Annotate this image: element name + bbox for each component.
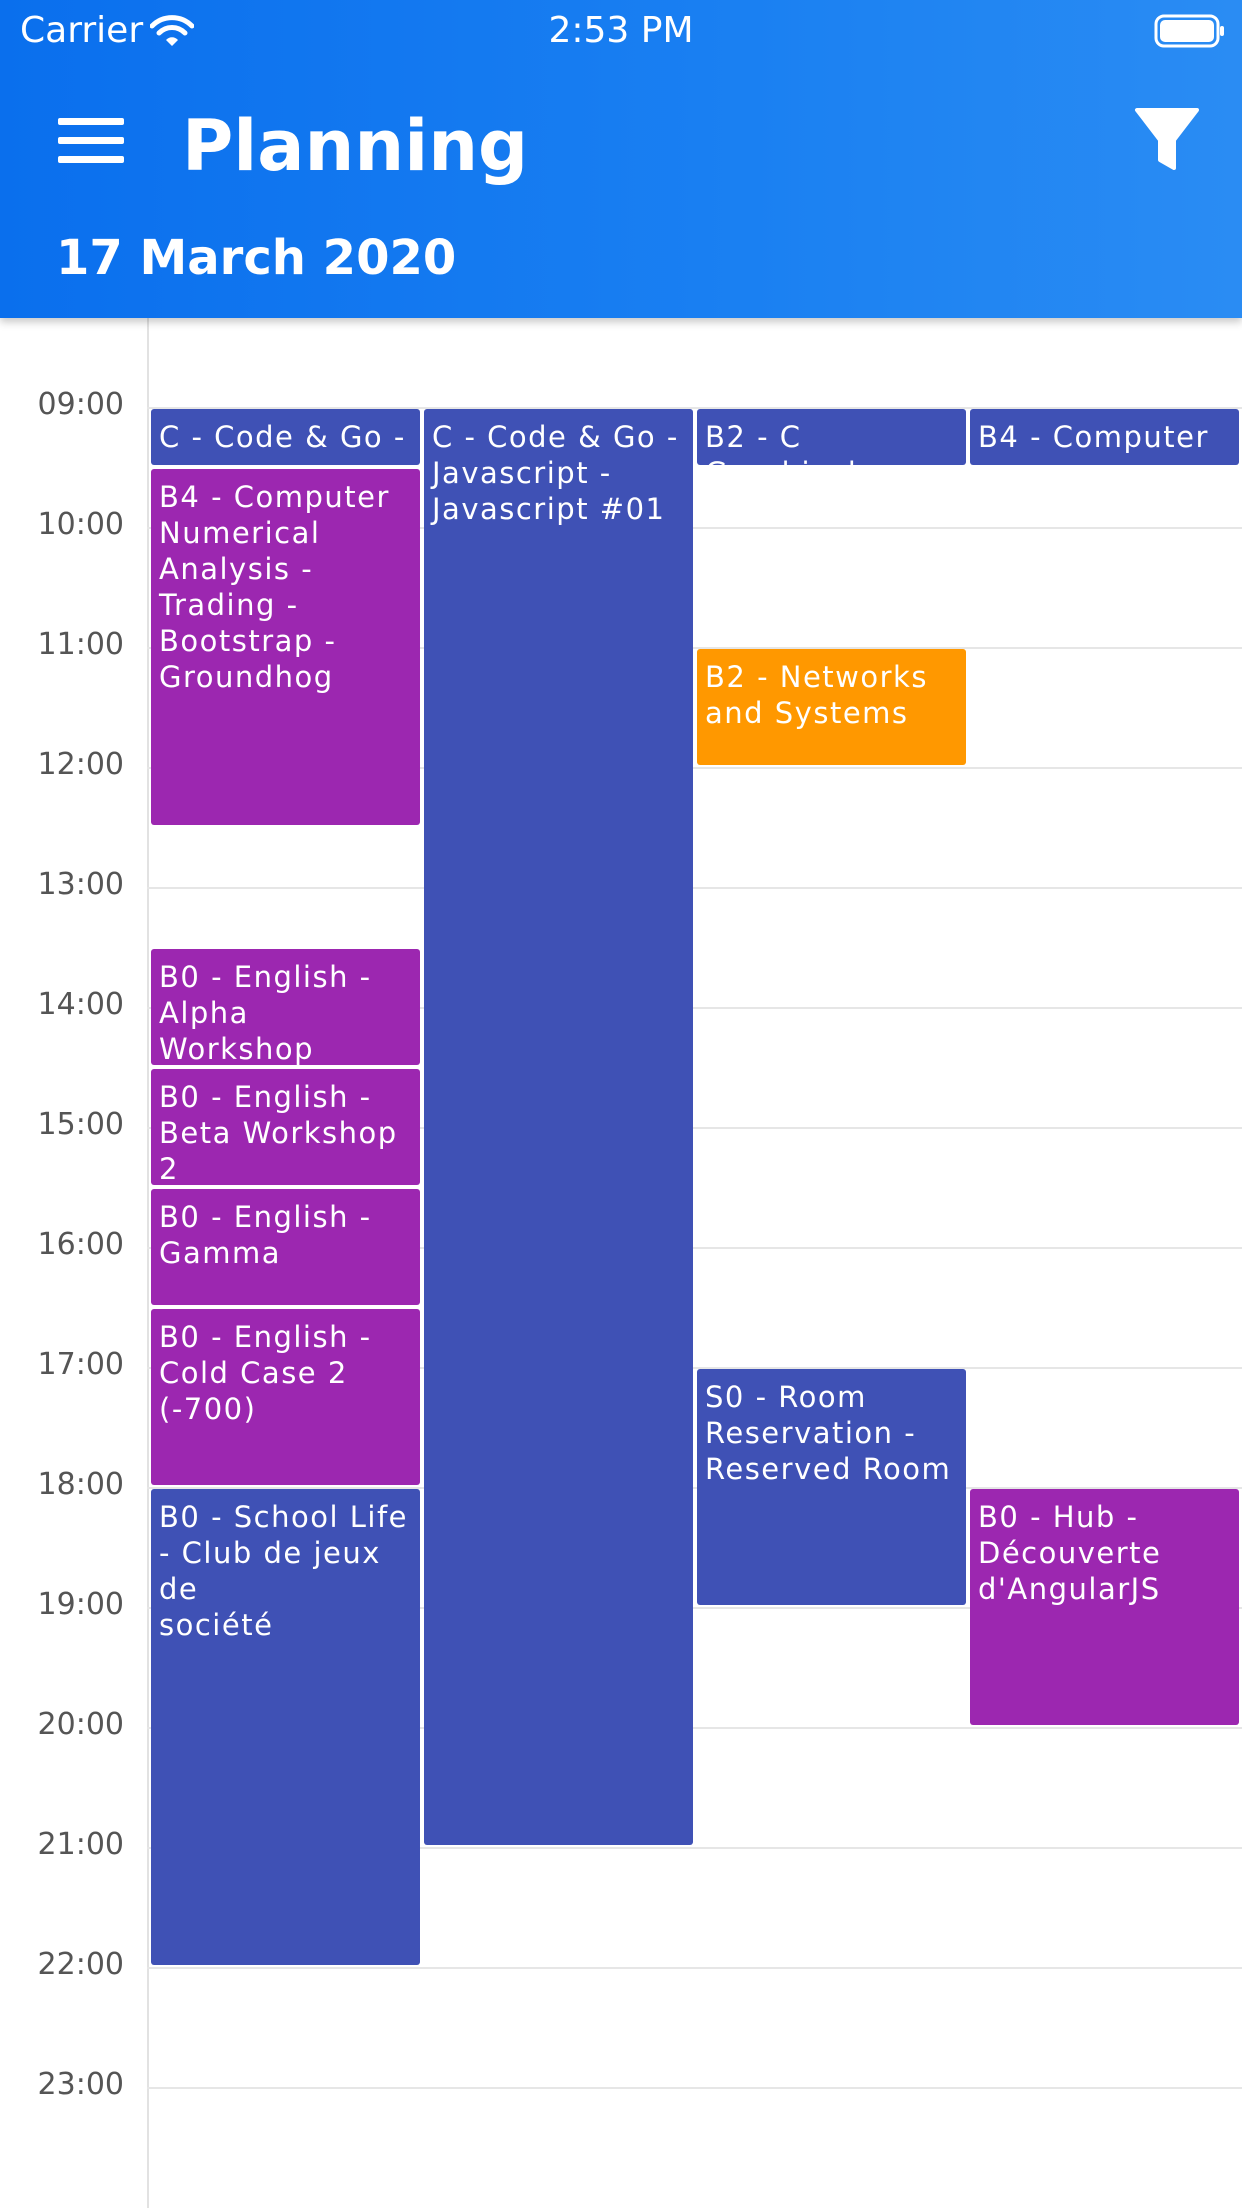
hour-label: 13:00 <box>37 867 124 902</box>
hour-label: 14:00 <box>37 987 124 1022</box>
event-block[interactable]: B0 - English - Alpha Workshop <box>151 949 420 1065</box>
hour-label: 11:00 <box>37 627 124 662</box>
event-block[interactable]: B0 - School Life - Club de jeux de socié… <box>151 1489 420 1965</box>
hour-label: 17:00 <box>37 1347 124 1382</box>
menu-icon <box>54 112 130 172</box>
app-header: Carrier 2:53 PM Planning 17 March 2020 <box>0 0 1242 318</box>
event-block[interactable]: B0 - English - Cold Case 2 (-700) <box>151 1309 420 1485</box>
event-block[interactable]: S0 - Room Reservation - Reserved Room <box>697 1369 966 1605</box>
current-date: 17 March 2020 <box>56 230 457 286</box>
filter-button[interactable] <box>1134 104 1200 176</box>
hour-label: 15:00 <box>37 1107 124 1142</box>
event-block[interactable]: B2 - C Graphical <box>697 409 966 465</box>
status-time: 2:53 PM <box>548 10 694 51</box>
day-timeline[interactable]: 09:00 10:00 11:00 12:00 13:00 14:00 15:00 16:00… <box>0 318 1242 2208</box>
hour-gridline <box>147 887 1242 889</box>
status-bar: Carrier 2:53 PM <box>0 0 1242 64</box>
hour-label: 12:00 <box>37 747 124 782</box>
hour-gridline <box>147 1967 1242 1969</box>
hour-label: 16:00 <box>37 1227 124 1262</box>
hour-label: 22:00 <box>37 1947 124 1982</box>
event-block[interactable]: B4 - Computer Numerical Analysis - Tradi… <box>151 469 420 825</box>
event-block[interactable]: B4 - Computer <box>970 409 1239 465</box>
hour-label: 19:00 <box>37 1587 124 1622</box>
hour-label: 10:00 <box>37 507 124 542</box>
event-block[interactable]: C - Code & Go - Javascript - Javascript … <box>424 409 693 1845</box>
hour-label: 23:00 <box>37 2067 124 2102</box>
page-title: Planning <box>182 105 529 187</box>
hour-label: 21:00 <box>37 1827 124 1862</box>
event-block[interactable]: B2 - Networks and Systems <box>697 649 966 765</box>
hour-label: 09:00 <box>37 387 124 422</box>
hour-gridline <box>147 2087 1242 2089</box>
filter-icon <box>1135 108 1199 170</box>
event-block[interactable]: B0 - English - Gamma <box>151 1189 420 1305</box>
battery-icon <box>1154 14 1224 48</box>
event-block[interactable]: C - Code & Go - <box>151 409 420 465</box>
hour-label: 20:00 <box>37 1707 124 1742</box>
event-block[interactable]: B0 - Hub - Découverte d'AngularJS <box>970 1489 1239 1725</box>
hour-label: 18:00 <box>37 1467 124 1502</box>
time-axis-line <box>147 318 149 2208</box>
menu-button[interactable] <box>54 112 130 172</box>
event-block[interactable]: B0 - English - Beta Workshop 2 <box>151 1069 420 1185</box>
